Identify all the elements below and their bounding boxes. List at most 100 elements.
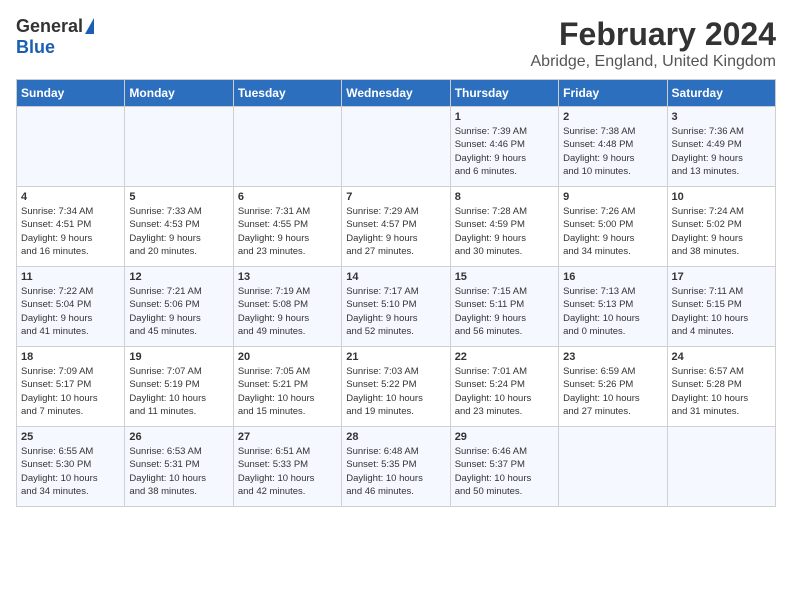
day-info: Sunrise: 6:53 AM Sunset: 5:31 PM Dayligh… — [129, 445, 228, 498]
day-info: Sunrise: 7:28 AM Sunset: 4:59 PM Dayligh… — [455, 205, 554, 258]
day-info: Sunrise: 7:07 AM Sunset: 5:19 PM Dayligh… — [129, 365, 228, 418]
day-number: 5 — [129, 191, 228, 203]
day-info: Sunrise: 7:38 AM Sunset: 4:48 PM Dayligh… — [563, 125, 662, 178]
day-info: Sunrise: 7:29 AM Sunset: 4:57 PM Dayligh… — [346, 205, 445, 258]
week-row-1: 1Sunrise: 7:39 AM Sunset: 4:46 PM Daylig… — [17, 107, 776, 187]
calendar-cell — [559, 427, 667, 507]
col-header-tuesday: Tuesday — [233, 80, 341, 107]
day-number: 2 — [563, 111, 662, 123]
calendar-cell — [17, 107, 125, 187]
day-info: Sunrise: 7:17 AM Sunset: 5:10 PM Dayligh… — [346, 285, 445, 338]
day-number: 24 — [672, 351, 771, 363]
calendar-cell: 27Sunrise: 6:51 AM Sunset: 5:33 PM Dayli… — [233, 427, 341, 507]
header-row: SundayMondayTuesdayWednesdayThursdayFrid… — [17, 80, 776, 107]
calendar-cell: 4 Sunrise: 7:34 AM Sunset: 4:51 PM Daylig… — [17, 187, 125, 267]
week-row-4: 18 Sunrise: 7:09 AM Sunset: 5:17 PM Dayli… — [17, 347, 776, 427]
main-title: February 2024 — [531, 16, 777, 53]
day-info: Sunrise: 6:57 AM Sunset: 5:28 PM Dayligh… — [672, 365, 771, 418]
col-header-thursday: Thursday — [450, 80, 558, 107]
day-number: 8 — [455, 191, 554, 203]
logo-triangle — [85, 18, 94, 34]
day-info: Sunrise: 7:21 AM Sunset: 5:06 PM Dayligh… — [129, 285, 228, 338]
calendar-cell — [125, 107, 233, 187]
day-number: 29 — [455, 431, 554, 443]
day-number: 18 — [21, 351, 120, 363]
col-header-sunday: Sunday — [17, 80, 125, 107]
day-number: 14 — [346, 271, 445, 283]
page-header: General Blue February 2024 Abridge, Engl… — [16, 16, 776, 71]
calendar-cell: 9Sunrise: 7:26 AM Sunset: 5:00 PM Daylig… — [559, 187, 667, 267]
day-info: Sunrise: 6:51 AM Sunset: 5:33 PM Dayligh… — [238, 445, 337, 498]
day-number: 11 — [21, 271, 120, 283]
calendar-cell: 21 Sunrise: 7:03 AM Sunset: 5:22 PM Dayli… — [342, 347, 450, 427]
calendar-cell: 14 Sunrise: 7:17 AM Sunset: 5:10 PM Dayli… — [342, 267, 450, 347]
day-info: Sunrise: 7:01 AM Sunset: 5:24 PM Dayligh… — [455, 365, 554, 418]
col-header-monday: Monday — [125, 80, 233, 107]
day-number: 21 — [346, 351, 445, 363]
calendar-cell — [342, 107, 450, 187]
day-info: Sunrise: 7:11 AM Sunset: 5:15 PM Dayligh… — [672, 285, 771, 338]
day-info: Sunrise: 7:19 AM Sunset: 5:08 PM Dayligh… — [238, 285, 337, 338]
calendar-cell: 28Sunrise: 6:48 AM Sunset: 5:35 PM Dayli… — [342, 427, 450, 507]
logo-blue: Blue — [16, 37, 55, 57]
col-header-wednesday: Wednesday — [342, 80, 450, 107]
calendar-table: SundayMondayTuesdayWednesdayThursdayFrid… — [16, 79, 776, 507]
day-number: 4 — [21, 191, 120, 203]
calendar-cell: 24 Sunrise: 6:57 AM Sunset: 5:28 PM Dayli… — [667, 347, 775, 427]
calendar-cell: 2 Sunrise: 7:38 AM Sunset: 4:48 PM Daylig… — [559, 107, 667, 187]
calendar-cell: 20 Sunrise: 7:05 AM Sunset: 5:21 PM Dayli… — [233, 347, 341, 427]
calendar-cell: 29 Sunrise: 6:46 AM Sunset: 5:37 PM Dayli… — [450, 427, 558, 507]
calendar-cell: 1Sunrise: 7:39 AM Sunset: 4:46 PM Daylig… — [450, 107, 558, 187]
calendar-cell: 12 Sunrise: 7:21 AM Sunset: 5:06 PM Dayli… — [125, 267, 233, 347]
calendar-cell: 18 Sunrise: 7:09 AM Sunset: 5:17 PM Dayli… — [17, 347, 125, 427]
day-info: Sunrise: 6:59 AM Sunset: 5:26 PM Dayligh… — [563, 365, 662, 418]
day-number: 3 — [672, 111, 771, 123]
calendar-cell: 23Sunrise: 6:59 AM Sunset: 5:26 PM Dayli… — [559, 347, 667, 427]
calendar-cell: 6Sunrise: 7:31 AM Sunset: 4:55 PM Daylig… — [233, 187, 341, 267]
logo-general: General — [16, 16, 83, 37]
logo: General Blue — [16, 16, 94, 58]
calendar-cell — [233, 107, 341, 187]
calendar-cell: 13 Sunrise: 7:19 AM Sunset: 5:08 PM Dayli… — [233, 267, 341, 347]
day-number: 25 — [21, 431, 120, 443]
day-number: 13 — [238, 271, 337, 283]
col-header-friday: Friday — [559, 80, 667, 107]
day-number: 6 — [238, 191, 337, 203]
calendar-cell: 11 Sunrise: 7:22 AM Sunset: 5:04 PM Dayli… — [17, 267, 125, 347]
calendar-cell: 5 Sunrise: 7:33 AM Sunset: 4:53 PM Daylig… — [125, 187, 233, 267]
calendar-cell: 15Sunrise: 7:15 AM Sunset: 5:11 PM Dayli… — [450, 267, 558, 347]
day-number: 12 — [129, 271, 228, 283]
calendar-cell: 19 Sunrise: 7:07 AM Sunset: 5:19 PM Dayli… — [125, 347, 233, 427]
day-info: Sunrise: 6:46 AM Sunset: 5:37 PM Dayligh… — [455, 445, 554, 498]
day-number: 17 — [672, 271, 771, 283]
calendar-cell: 22 Sunrise: 7:01 AM Sunset: 5:24 PM Dayli… — [450, 347, 558, 427]
calendar-cell: 3Sunrise: 7:36 AM Sunset: 4:49 PM Daylig… — [667, 107, 775, 187]
day-number: 10 — [672, 191, 771, 203]
day-info: Sunrise: 7:05 AM Sunset: 5:21 PM Dayligh… — [238, 365, 337, 418]
day-number: 22 — [455, 351, 554, 363]
col-header-saturday: Saturday — [667, 80, 775, 107]
day-info: Sunrise: 7:34 AM Sunset: 4:51 PM Dayligh… — [21, 205, 120, 258]
week-row-5: 25 Sunrise: 6:55 AM Sunset: 5:30 PM Dayli… — [17, 427, 776, 507]
day-number: 9 — [563, 191, 662, 203]
calendar-cell — [667, 427, 775, 507]
calendar-cell: 26 Sunrise: 6:53 AM Sunset: 5:31 PM Dayli… — [125, 427, 233, 507]
day-number: 19 — [129, 351, 228, 363]
day-info: Sunrise: 6:55 AM Sunset: 5:30 PM Dayligh… — [21, 445, 120, 498]
day-info: Sunrise: 7:39 AM Sunset: 4:46 PM Dayligh… — [455, 125, 554, 178]
calendar-cell: 10 Sunrise: 7:24 AM Sunset: 5:02 PM Dayli… — [667, 187, 775, 267]
day-info: Sunrise: 7:13 AM Sunset: 5:13 PM Dayligh… — [563, 285, 662, 338]
day-number: 20 — [238, 351, 337, 363]
calendar-cell: 25 Sunrise: 6:55 AM Sunset: 5:30 PM Dayli… — [17, 427, 125, 507]
calendar-cell: 8 Sunrise: 7:28 AM Sunset: 4:59 PM Daylig… — [450, 187, 558, 267]
day-number: 28 — [346, 431, 445, 443]
day-info: Sunrise: 7:24 AM Sunset: 5:02 PM Dayligh… — [672, 205, 771, 258]
week-row-2: 4 Sunrise: 7:34 AM Sunset: 4:51 PM Daylig… — [17, 187, 776, 267]
day-info: Sunrise: 7:22 AM Sunset: 5:04 PM Dayligh… — [21, 285, 120, 338]
day-info: Sunrise: 7:03 AM Sunset: 5:22 PM Dayligh… — [346, 365, 445, 418]
subtitle: Abridge, England, United Kingdom — [531, 53, 777, 71]
day-info: Sunrise: 7:09 AM Sunset: 5:17 PM Dayligh… — [21, 365, 120, 418]
day-info: Sunrise: 7:33 AM Sunset: 4:53 PM Dayligh… — [129, 205, 228, 258]
day-number: 7 — [346, 191, 445, 203]
day-number: 26 — [129, 431, 228, 443]
